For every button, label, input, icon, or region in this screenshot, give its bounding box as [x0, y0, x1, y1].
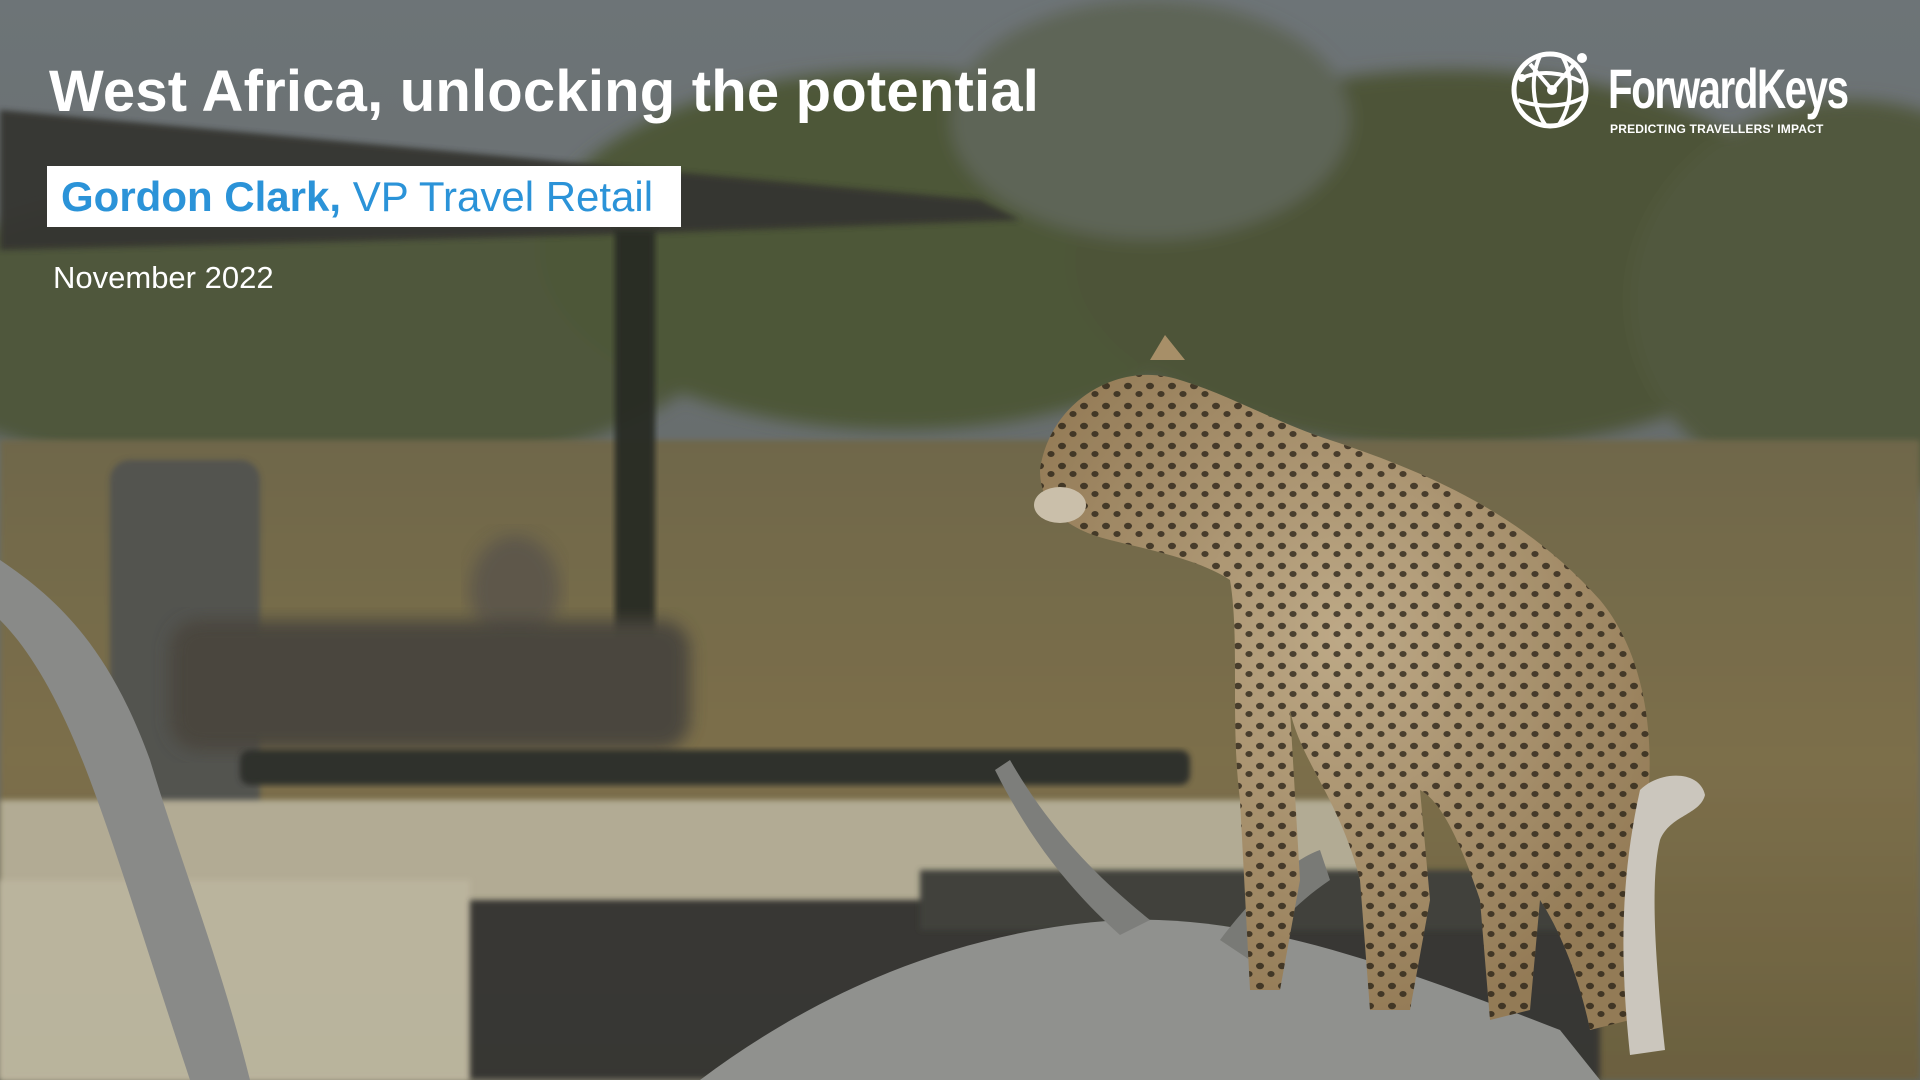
logo-tagline: PREDICTING TRAVELLERS' IMPACT: [1610, 122, 1824, 136]
presenter-separator: ,: [329, 173, 342, 220]
presentation-date: November 2022: [53, 260, 274, 295]
background-photo: [0, 0, 1920, 1080]
presenter-role: VP Travel Retail: [341, 173, 654, 220]
logo-wordmark: ForwardKeys: [1608, 57, 1849, 120]
title-slide: West Africa, unlocking the potential Gor…: [0, 0, 1920, 1080]
presenter-box: Gordon Clark, VP Travel Retail: [47, 166, 681, 227]
company-logo: ForwardKeys PREDICTING TRAVELLERS' IMPAC…: [1510, 48, 1870, 138]
slide-title: West Africa, unlocking the potential: [49, 59, 1040, 124]
presenter-name: Gordon Clark: [61, 173, 330, 220]
globe-icon: [1511, 51, 1589, 129]
